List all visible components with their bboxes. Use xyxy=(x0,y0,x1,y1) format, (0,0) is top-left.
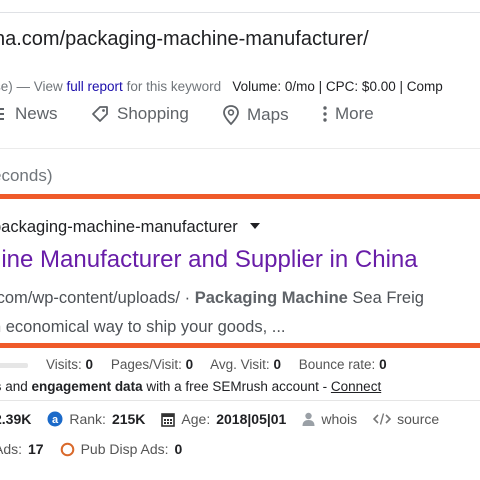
tab-news-label: News xyxy=(15,104,58,123)
traffic-bar xyxy=(0,363,28,368)
code-icon xyxy=(373,413,392,425)
whois-link[interactable]: whois xyxy=(302,411,357,427)
tab-shopping[interactable]: Shopping xyxy=(90,104,189,124)
rank-stat[interactable]: a Rank: 215K xyxy=(47,411,145,427)
metric-bounce-rate: Bounce rate: 0 xyxy=(298,357,387,372)
result-stats: econds) xyxy=(0,166,53,185)
user-icon xyxy=(302,412,315,426)
calendar-icon xyxy=(161,412,176,427)
highlight-border-bottom xyxy=(0,343,480,348)
alexa-icon: a xyxy=(47,411,63,427)
news-icon xyxy=(0,108,4,120)
svg-text:a: a xyxy=(52,414,59,426)
ads-stat: Ads: 17 xyxy=(0,441,44,457)
age-stat: Age: 2018|05|01 xyxy=(161,411,286,427)
result-snippet-line1: .com/wp-content/uploads/ · Packaging Mac… xyxy=(0,289,424,308)
tab-more-label: More xyxy=(335,104,374,123)
connect-link[interactable]: Connect xyxy=(331,379,381,394)
tab-maps-label: Maps xyxy=(247,105,289,124)
ads-stats-row: Ads: 17 Pub Disp Ads: 0 xyxy=(0,441,198,457)
tabs-divider xyxy=(0,148,480,149)
top-divider xyxy=(0,12,480,13)
tab-shopping-label: Shopping xyxy=(117,104,189,123)
result-snippet-line2: n economical way to ship your goods, ... xyxy=(0,318,286,336)
chevron-down-icon[interactable] xyxy=(249,222,260,229)
seo-prefix: se) — View xyxy=(0,79,67,94)
result-breadcrumb-url[interactable]: packaging-machine-manufacturer xyxy=(0,218,260,237)
tab-news[interactable]: News xyxy=(0,104,58,124)
metric-avg-visit: Avg. Visit: 0 xyxy=(210,357,281,372)
source-link[interactable]: source xyxy=(373,411,439,427)
snippet-bold: Packaging Machine xyxy=(194,289,348,307)
metric-pages-visit: Pages/Visit: 0 xyxy=(110,357,194,372)
signup-rest: with a free SEMrush account - xyxy=(142,379,331,394)
seo-divider xyxy=(0,400,480,401)
seo-mid: for this keyword xyxy=(122,79,222,94)
full-report-link[interactable]: full report xyxy=(67,79,123,94)
search-input[interactable]: na.com/packaging-machine-manufacturer/ xyxy=(0,28,369,51)
domain-stats-row: 2.39K a Rank: 215K Age: 2018|05|01 whois… xyxy=(0,411,455,427)
pub-disp-ads-stat[interactable]: Pub Disp Ads: 0 xyxy=(60,441,182,457)
signup-engagement: engagement data xyxy=(31,379,143,394)
result-title-link[interactable]: hine Manufacturer and Supplier in China xyxy=(0,246,418,274)
more-dots-icon xyxy=(323,106,327,122)
result-url-text: packaging-machine-manufacturer xyxy=(0,218,238,236)
snippet-rest: Sea Freig xyxy=(347,289,424,307)
signup-and: and xyxy=(1,379,32,394)
highlight-border-top xyxy=(0,194,480,199)
snippet-prefix: .com/wp-content/uploads/ · xyxy=(0,289,195,307)
metric-visits: Visits: 0 xyxy=(46,357,94,372)
pub-ads-ring-icon xyxy=(60,442,74,456)
map-pin-icon xyxy=(223,105,239,126)
tab-maps[interactable]: Maps xyxy=(222,104,289,126)
keyword-stats: Volume: 0/mo | CPC: $0.00 | Comp xyxy=(232,79,443,94)
tag-icon xyxy=(92,106,108,122)
tab-more[interactable]: More xyxy=(322,104,374,124)
semrush-signup-line: s and engagement data with a free SEMrus… xyxy=(0,379,381,394)
backlinks-stat: 2.39K xyxy=(0,411,32,427)
seo-keyword-line: se) — View full report for this keyword … xyxy=(0,79,443,94)
traffic-metrics: Visits: 0 Pages/Visit: 0 Avg. Visit: 0 B… xyxy=(46,357,401,372)
